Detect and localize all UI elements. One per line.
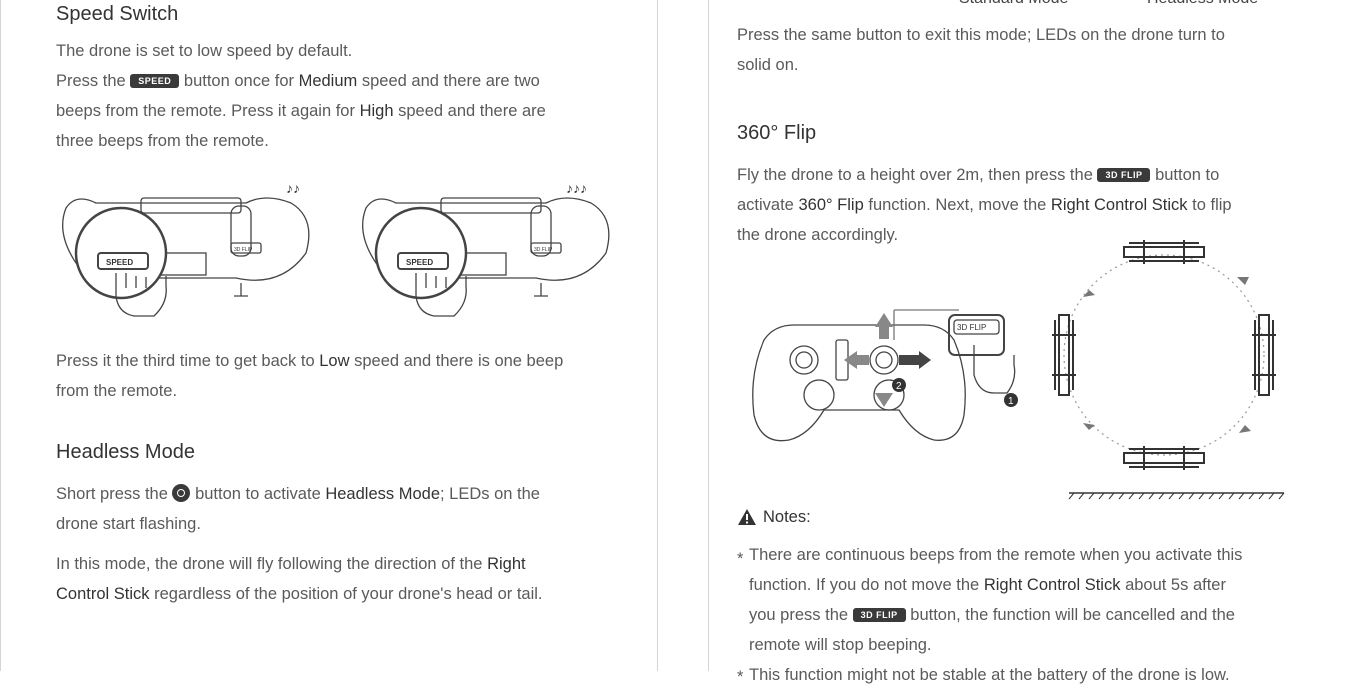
note-1-line-3: you press the 3D FLIP button, the functi… [749,606,1235,624]
music-note-icon: ♪♪ [286,180,300,196]
remote1-speed-label: SPEED [106,258,133,267]
speed-switch-heading: Speed Switch [56,3,179,25]
speed-paragraph-1: The drone is set to low speed by default… [56,42,353,60]
warning-icon [738,509,756,525]
right-page: Standard Mode Headless Mode Press the sa… [708,0,1363,686]
note-1-line-2: function. If you do not move the Right C… [749,576,1226,594]
notes-heading: Notes: [763,508,811,526]
flip-paragraph-2: activate 360° Flip function. Next, move … [737,196,1232,214]
exit-paragraph-1: Press the same button to exit this mode;… [737,26,1225,44]
note-1-bullet: * [737,550,744,568]
headless-paragraph-3: In this mode, the drone will fly followi… [56,555,526,573]
headless-mode-label: Headless Mode [1147,0,1258,8]
flip-heading: 360° Flip [737,122,817,144]
flip-paragraph-1: Fly the drone to a height over 2m, then … [737,166,1220,184]
headless-paragraph-1: Short press the button to activate Headl… [56,484,540,503]
standard-mode-label: Standard Mode [959,0,1068,8]
headless-paragraph-2: drone start flashing. [56,515,201,533]
remote2-3dflip-small: 3D FLIP [534,247,553,253]
speed-switch-illustration: SPEED SPEED 3D FLIP 3D FLIP ♪♪ ♪♪♪ [62,180,610,317]
speed-paragraph-5: Press it the third time to get back to L… [56,352,564,370]
exit-paragraph-2: solid on. [737,56,799,74]
flip-diagram [1052,240,1285,500]
remote-3dflip-label: 3D FLIP [957,323,986,332]
music-note-icon: ♪♪♪ [566,180,587,196]
compass-icon [172,484,191,502]
speed-paragraph-2: Press the SPEED button once for Medium s… [56,72,540,90]
flip-paragraph-3: the drone accordingly. [737,226,899,244]
headless-mode-heading: Headless Mode [56,441,195,463]
left-page: Speed Switch The drone is set to low spe… [0,0,658,671]
speed-paragraph-3: beeps from the remote. Press it again fo… [56,102,546,120]
3dflip-button-badge: 3D FLIP [852,608,906,622]
controller-illustration: 3D FLIP 2 1 [752,309,1018,442]
note-1-line-4: remote will stop beeping. [749,636,932,654]
step-2-number: 2 [896,381,902,392]
speed-button-badge: SPEED [130,74,180,88]
remote2-speed-label: SPEED [406,258,433,267]
note-1-line-1: There are continuous beeps from the remo… [749,546,1243,564]
speed-paragraph-6: from the remote. [56,382,178,400]
remote1-3dflip-small: 3D FLIP [234,247,253,253]
step-1-number: 1 [1008,396,1014,407]
headless-paragraph-4: Control Stick regardless of the position… [56,585,543,603]
speed-paragraph-4: three beeps from the remote. [56,132,269,150]
3dflip-button-badge: 3D FLIP [1097,168,1151,182]
note-2-line-1: This function might not be stable at the… [749,666,1230,684]
